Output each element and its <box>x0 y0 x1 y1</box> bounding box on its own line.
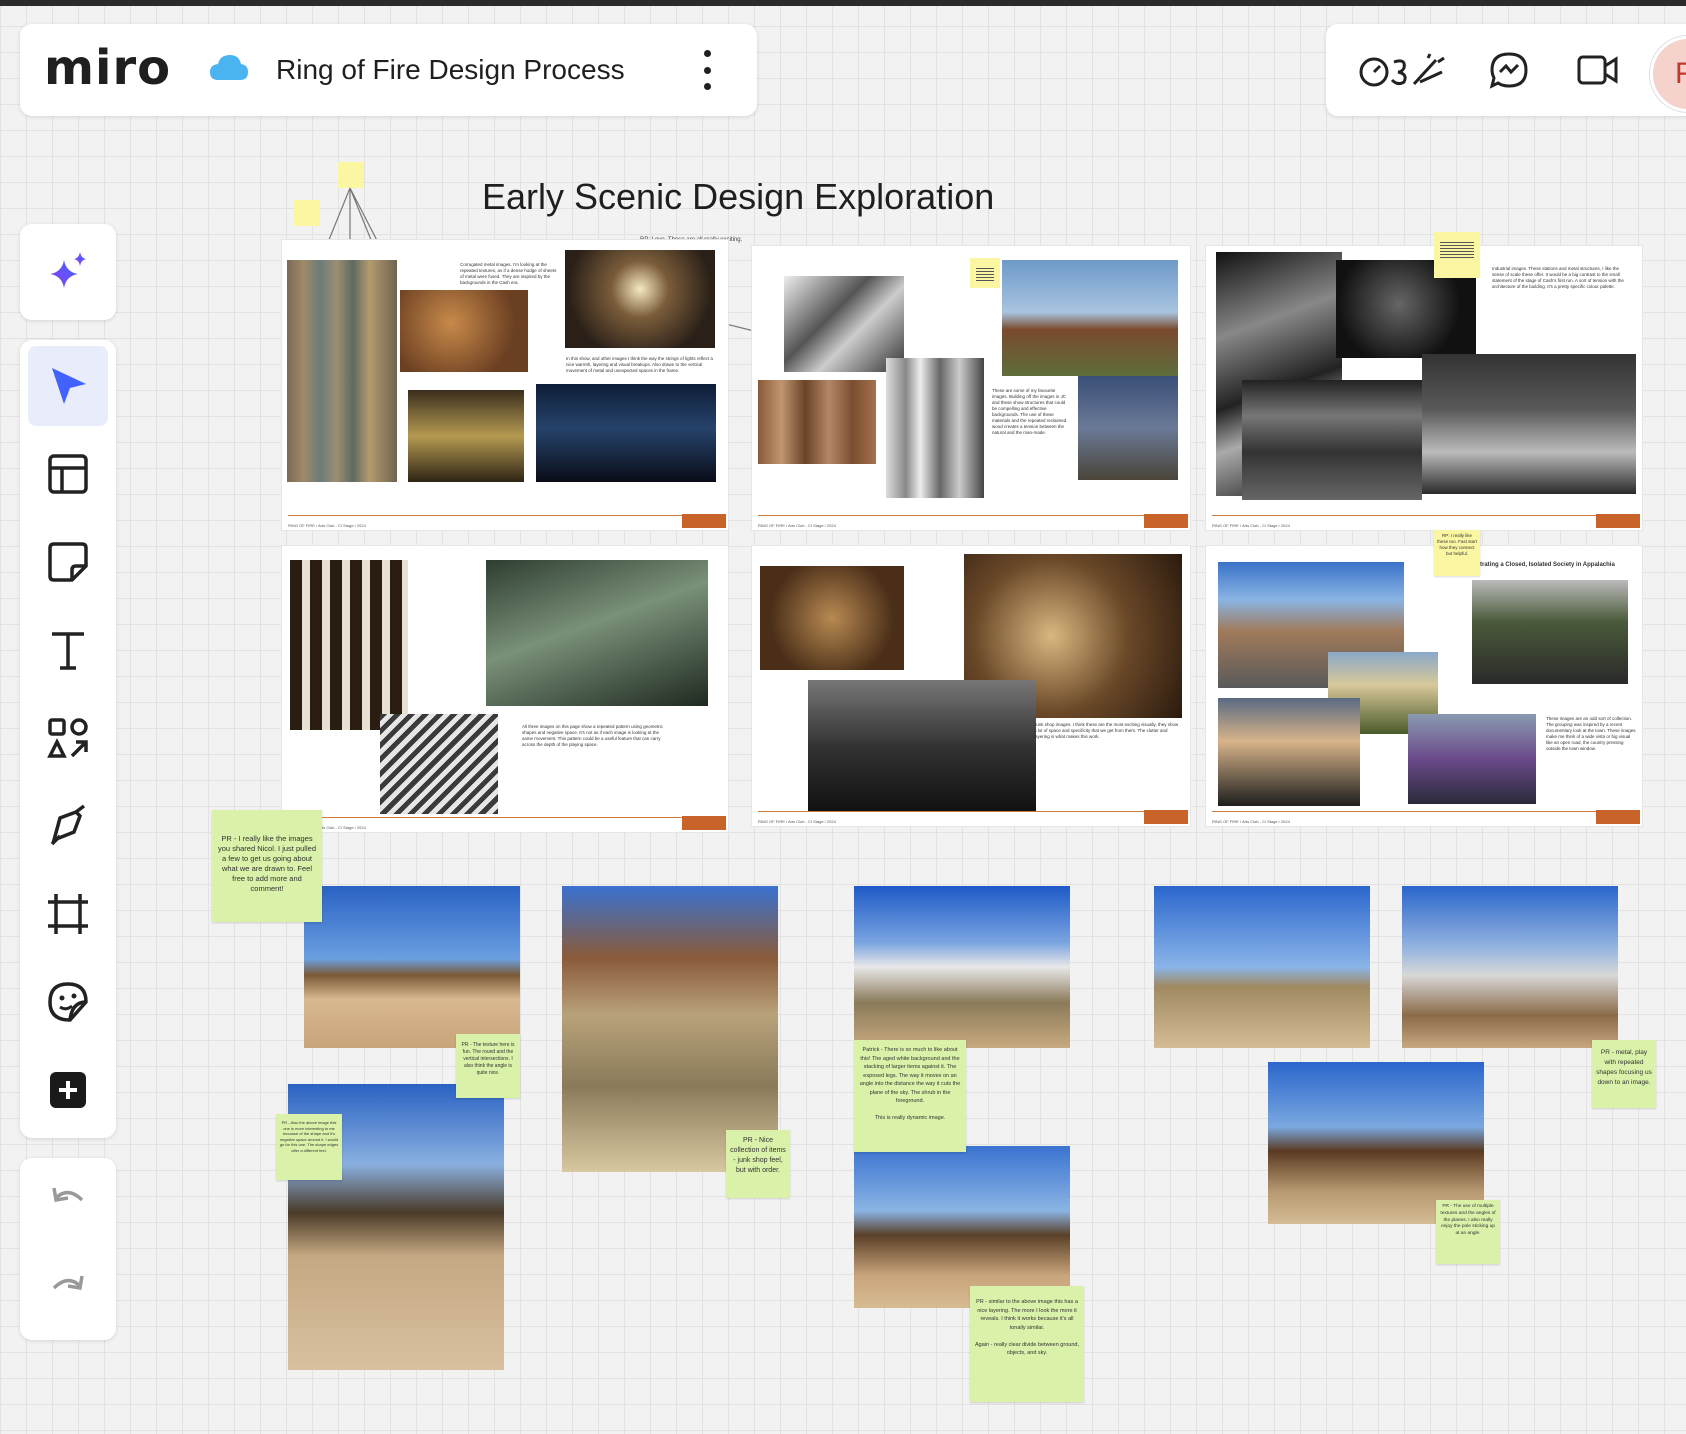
slide-footer-label: RING OF FIRE / Arts Club - CI Stage / 20… <box>1212 819 1290 824</box>
designer-badge <box>682 514 726 528</box>
sticky-note-texture[interactable]: PR - The texture here is fun. The round … <box>456 1034 520 1098</box>
templates-icon[interactable] <box>28 434 108 514</box>
moodboard-slide-5[interactable]: Junk shop images. I think these are the … <box>752 546 1190 826</box>
sticky-note-dynamic-image[interactable]: Patrick - There is so much to like about… <box>854 1040 966 1152</box>
stone-building-photo <box>1078 376 1178 480</box>
slide-footer-label: RING OF FIRE / Arts Club - CI Stage / 20… <box>758 819 836 824</box>
sticky-note-slide6[interactable]: RP: I really like these too. Fast start … <box>1434 530 1480 576</box>
hillside-village-photo <box>1472 580 1628 684</box>
old-car-photo <box>808 680 1036 812</box>
slide2-text: These are some of my favourite images. B… <box>992 388 1067 435</box>
sticky-note-intro[interactable]: PR - I really like the images you shared… <box>212 810 322 922</box>
green-room-photo <box>486 560 708 706</box>
striped-restaurant-photo <box>380 714 498 814</box>
slide3-text: Industrial images. These stations and me… <box>1492 266 1624 289</box>
comments-icon[interactable] <box>1488 50 1530 95</box>
shapes-icon[interactable] <box>28 698 108 778</box>
white-wall-installation-photo[interactable] <box>854 886 1070 1048</box>
reactions-icon[interactable] <box>1358 50 1448 95</box>
add-more-icon[interactable] <box>28 1050 108 1130</box>
board-menu-icon[interactable] <box>700 50 714 90</box>
designer-badge <box>1596 514 1640 528</box>
stickers-icon[interactable] <box>28 962 108 1042</box>
slide1-text-a: Corrugated metal images. I'm looking at … <box>460 262 557 285</box>
rail-sunset-photo <box>1218 698 1360 806</box>
wire-poles-photo[interactable] <box>1154 886 1370 1048</box>
wood-wall-photo <box>758 380 876 464</box>
text-icon[interactable] <box>28 610 108 690</box>
metal-arches-photo[interactable] <box>1402 886 1618 1048</box>
junk-shop-photo-1 <box>760 566 904 670</box>
select-cursor-icon[interactable] <box>28 346 108 426</box>
desert-shack-photo[interactable] <box>304 886 520 1048</box>
slide-footer-label: RING OF FIRE / Arts Club - CI Stage / 20… <box>288 523 366 528</box>
weathered-structure-photo[interactable] <box>854 1146 1070 1308</box>
factory-interior-photo <box>1422 354 1636 494</box>
slide4-text: All three images on this page show a rep… <box>522 724 663 747</box>
designer-badge <box>1144 810 1188 824</box>
slide-footer-line <box>758 811 1184 812</box>
train-station-photo <box>1242 380 1422 500</box>
window-top-border <box>0 0 1686 6</box>
stage-lights-photo <box>565 250 715 348</box>
slide5-text: Junk shop images. I think these are the … <box>1034 722 1179 739</box>
slide1-text-b: In this show, and other images I think t… <box>566 356 713 373</box>
moodboard-slide-4[interactable]: All three images on this page show a rep… <box>282 546 728 832</box>
corrugated-metal-photo <box>287 260 397 482</box>
sticky-note-layering[interactable]: PR - similar to the above image this has… <box>970 1286 1084 1402</box>
video-icon[interactable] <box>1576 52 1620 93</box>
moodboard-slide-6[interactable]: Illustrating a Closed, Isolated Society … <box>1206 546 1642 826</box>
board-title[interactable]: Ring of Fire Design Process <box>276 54 625 86</box>
man-in-gate-photo <box>886 358 984 498</box>
moodboard-slide-3[interactable]: Industrial images. These stations and me… <box>1206 246 1642 530</box>
slide-footer-line <box>288 515 722 516</box>
moodboard-slide-2[interactable]: These are some of my favourite images. B… <box>752 246 1190 530</box>
designer-badge <box>682 816 726 830</box>
miro-logo[interactable]: miro <box>44 40 171 96</box>
avatar-initial: F <box>1675 57 1686 90</box>
slide-footer-line <box>288 817 722 818</box>
ai-sparkle-icon[interactable] <box>28 232 108 312</box>
bar-interior-photo <box>408 390 524 482</box>
redo-icon[interactable] <box>28 1250 108 1330</box>
cloud-icon[interactable] <box>208 52 250 89</box>
frame-icon[interactable] <box>28 874 108 954</box>
band-portrait-photo <box>1408 714 1536 804</box>
slatted-facade-photo <box>290 560 408 730</box>
collapsed-sticky-note[interactable] <box>1434 232 1480 278</box>
designer-badge <box>1144 514 1188 528</box>
sticky-note-negative-space[interactable]: PR - Also the above image this one is mo… <box>276 1114 342 1180</box>
concert-stage-photo <box>536 384 716 482</box>
sticky-note-metal-play[interactable]: PR - metal, play with repeated shapes fo… <box>1592 1040 1656 1108</box>
slide-footer-label: RING OF FIRE / Arts Club - CI Stage / 20… <box>1212 523 1290 528</box>
designer-badge <box>1596 810 1640 824</box>
collapsed-sticky-note[interactable] <box>970 258 1000 288</box>
slide-footer-line <box>758 515 1184 516</box>
slide-footer-line <box>1212 811 1636 812</box>
modern-barn-photo <box>1002 260 1178 376</box>
interior-photo <box>400 290 528 372</box>
slide6-title: Illustrating a Closed, Isolated Society … <box>1468 562 1615 568</box>
sticky-note-icon[interactable] <box>28 522 108 602</box>
slide-footer-line <box>1212 515 1636 516</box>
slide-footer-label: RING OF FIRE / Arts Club - CI Stage / 20… <box>758 523 836 528</box>
slide6-text: These images are an odd sort of collecti… <box>1546 716 1636 751</box>
pen-icon[interactable] <box>28 786 108 866</box>
sticky-note-junk-shop[interactable]: PR - Nice collection of items - junk sho… <box>726 1130 790 1198</box>
undo-icon[interactable] <box>28 1162 108 1242</box>
sticky-note-multiple-textures[interactable]: PR - The use of multiple textures and th… <box>1436 1200 1500 1264</box>
moodboard-slide-1[interactable]: Corrugated metal images. I'm looking at … <box>282 240 728 530</box>
